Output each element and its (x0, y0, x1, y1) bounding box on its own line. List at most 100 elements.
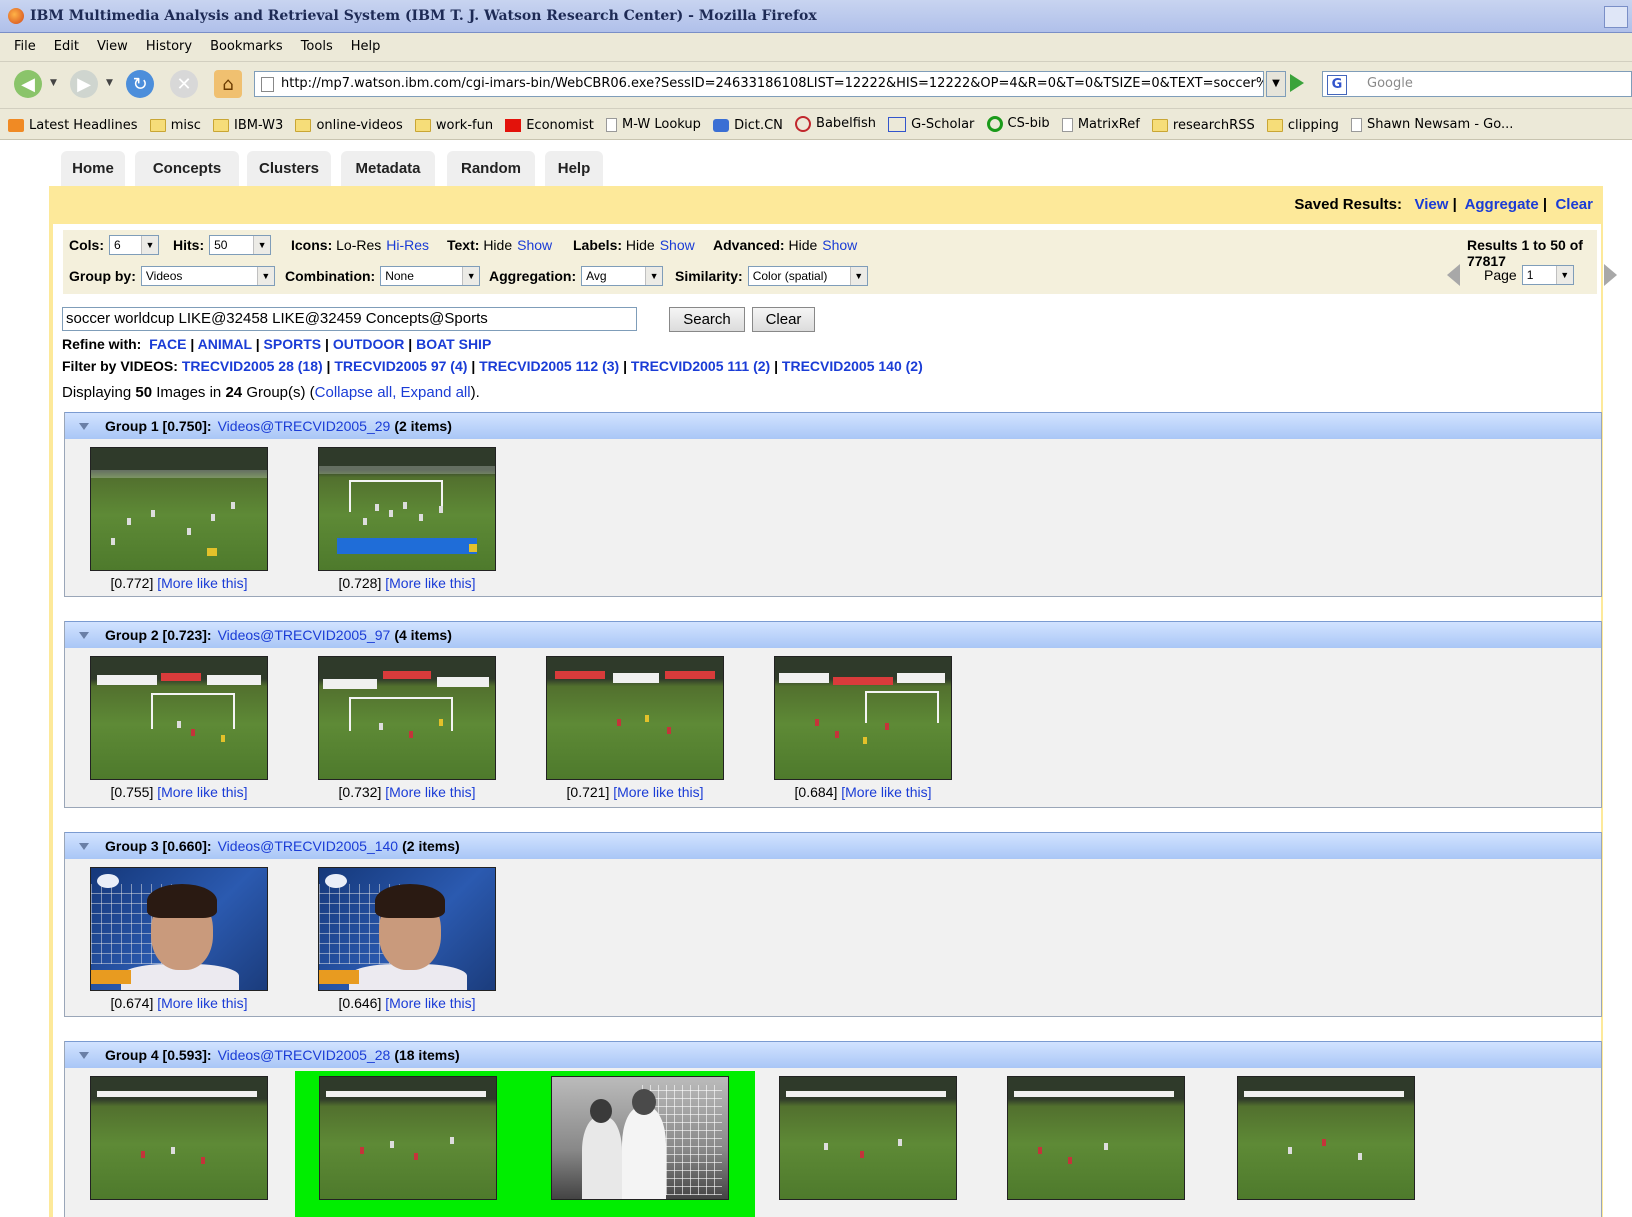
bookmark-online-videos[interactable]: online-videos (295, 111, 403, 140)
collapse-triangle-icon[interactable] (79, 631, 89, 639)
result-thumbnail[interactable] (90, 1076, 268, 1200)
result-thumbnail[interactable] (319, 1076, 497, 1200)
labels-show-link[interactable]: Show (660, 237, 695, 253)
result-thumbnail[interactable] (90, 867, 268, 991)
tab-home[interactable]: Home (61, 151, 125, 187)
more-like-this-link[interactable]: [More like this] (613, 784, 703, 800)
result-thumbnail[interactable] (318, 447, 496, 571)
filter-video-140-link[interactable]: TRECVID2005 140 (2) (782, 358, 923, 374)
bookmark-mw-lookup[interactable]: M-W Lookup (606, 110, 701, 139)
page-select[interactable]: 1 ▼ (1521, 265, 1574, 285)
search-button[interactable]: Search (669, 307, 745, 332)
result-thumbnail[interactable] (774, 656, 952, 780)
menu-view[interactable]: View (88, 33, 137, 61)
filter-video-112-link[interactable]: TRECVID2005 112 (3) (479, 358, 619, 374)
stop-icon[interactable]: ✕ (170, 70, 198, 98)
tab-help[interactable]: Help (545, 151, 603, 187)
bookmark-clipping[interactable]: clipping (1266, 111, 1339, 140)
refine-face-link[interactable]: FACE (149, 336, 186, 352)
result-thumbnail[interactable] (1007, 1076, 1185, 1200)
group-header[interactable]: Group 2 [0.723]: Videos@TRECVID2005_97 (… (65, 621, 1601, 648)
advanced-show-link[interactable]: Show (822, 237, 857, 253)
text-show-link[interactable]: Show (517, 237, 552, 253)
menu-tools[interactable]: Tools (292, 33, 342, 61)
prev-page-icon[interactable] (1447, 264, 1460, 286)
tab-concepts[interactable]: Concepts (135, 151, 239, 187)
collapse-all-link[interactable]: Collapse all, (315, 384, 397, 401)
forward-arrow-icon[interactable]: ▶ (70, 70, 98, 98)
group-video-link[interactable]: Videos@TRECVID2005_29 (218, 418, 391, 434)
collapse-triangle-icon[interactable] (79, 422, 89, 430)
forward-dropdown-icon[interactable]: ▼ (106, 78, 113, 88)
group-video-link[interactable]: Videos@TRECVID2005_28 (218, 1047, 391, 1063)
saved-view-link[interactable]: View (1414, 196, 1448, 213)
menu-bookmarks[interactable]: Bookmarks (201, 33, 292, 61)
address-bar[interactable]: http://mp7.watson.ibm.com/cgi-imars-bin/… (254, 71, 1264, 97)
back-dropdown-icon[interactable]: ▼ (50, 78, 57, 88)
result-thumbnail[interactable] (90, 447, 268, 571)
query-input[interactable]: soccer worldcup LIKE@32458 LIKE@32459 Co… (62, 307, 637, 331)
go-arrow-icon[interactable] (1290, 74, 1304, 92)
group-video-link[interactable]: Videos@TRECVID2005_140 (218, 838, 399, 854)
group-header[interactable]: Group 4 [0.593]: Videos@TRECVID2005_28 (… (65, 1041, 1601, 1068)
result-thumbnail[interactable] (779, 1076, 957, 1200)
collapse-triangle-icon[interactable] (79, 1051, 89, 1059)
combination-select[interactable]: None ▼ (380, 266, 481, 286)
bookmark-latest-headlines[interactable]: Latest Headlines (8, 111, 138, 140)
saved-clear-link[interactable]: Clear (1555, 196, 1593, 213)
filter-video-97-link[interactable]: TRECVID2005 97 (4) (334, 358, 467, 374)
menu-history[interactable]: History (137, 33, 201, 61)
tab-clusters[interactable]: Clusters (247, 151, 331, 187)
more-like-this-link[interactable]: [More like this] (385, 995, 475, 1011)
bookmark-dict-cn[interactable]: Dict.CN (713, 111, 783, 140)
group-header[interactable]: Group 1 [0.750]: Videos@TRECVID2005_29 (… (65, 412, 1601, 439)
google-icon[interactable]: G (1327, 75, 1347, 95)
hits-select[interactable]: 50 ▼ (209, 235, 272, 255)
more-like-this-link[interactable]: [More like this] (385, 784, 475, 800)
bookmark-work-fun[interactable]: work-fun (414, 111, 493, 140)
cols-select[interactable]: 6 ▼ (109, 235, 159, 255)
result-thumbnail[interactable] (318, 867, 496, 991)
tab-metadata[interactable]: Metadata (341, 151, 435, 187)
expand-all-link[interactable]: Expand all (401, 384, 471, 401)
bookmark-babelfish[interactable]: Babelfish (795, 109, 876, 139)
web-search-input[interactable]: G Google (1322, 71, 1632, 97)
bookmark-misc[interactable]: misc (149, 111, 201, 140)
reload-icon[interactable]: ↻ (126, 70, 154, 98)
groupby-select[interactable]: Videos ▼ (140, 266, 275, 286)
group-video-link[interactable]: Videos@TRECVID2005_97 (218, 627, 391, 643)
address-dropdown-icon[interactable]: ▼ (1266, 71, 1286, 97)
more-like-this-link[interactable]: [More like this] (157, 995, 247, 1011)
bookmark-economist[interactable]: Economist (505, 111, 594, 140)
bookmark-shawn-newsam[interactable]: Shawn Newsam - Go... (1350, 110, 1513, 139)
menu-edit[interactable]: Edit (45, 33, 88, 61)
bookmark-matrixref[interactable]: MatrixRef (1061, 110, 1140, 139)
clear-button[interactable]: Clear (752, 307, 815, 332)
collapse-triangle-icon[interactable] (79, 842, 89, 850)
aggregation-select[interactable]: Avg ▼ (581, 266, 664, 286)
menu-file[interactable]: File (0, 33, 45, 61)
minimize-button[interactable] (1604, 6, 1628, 28)
result-thumbnail[interactable] (90, 656, 268, 780)
more-like-this-link[interactable]: [More like this] (157, 575, 247, 591)
bookmark-cs-bib[interactable]: CS-bib (986, 109, 1050, 139)
more-like-this-link[interactable]: [More like this] (841, 784, 931, 800)
more-like-this-link[interactable]: [More like this] (385, 575, 475, 591)
next-page-icon[interactable] (1603, 264, 1617, 286)
result-thumbnail[interactable] (551, 1076, 729, 1200)
icons-hires-link[interactable]: Hi-Res (386, 237, 429, 253)
result-thumbnail[interactable] (546, 656, 724, 780)
group-header[interactable]: Group 3 [0.660]: Videos@TRECVID2005_140 … (65, 832, 1601, 859)
back-arrow-icon[interactable]: ◀ (14, 70, 42, 98)
more-like-this-link[interactable]: [More like this] (157, 784, 247, 800)
saved-aggregate-link[interactable]: Aggregate (1465, 196, 1539, 213)
result-thumbnail[interactable] (318, 656, 496, 780)
tab-random[interactable]: Random (447, 151, 535, 187)
bookmark-researchrss[interactable]: researchRSS (1151, 111, 1255, 140)
refine-sports-link[interactable]: SPORTS (264, 336, 322, 352)
refine-outdoor-link[interactable]: OUTDOOR (333, 336, 405, 352)
menu-help[interactable]: Help (342, 33, 390, 61)
refine-animal-link[interactable]: ANIMAL (198, 336, 252, 352)
similarity-select[interactable]: Color (spatial) ▼ (747, 266, 868, 286)
refine-boat-ship-link[interactable]: BOAT SHIP (416, 336, 491, 352)
